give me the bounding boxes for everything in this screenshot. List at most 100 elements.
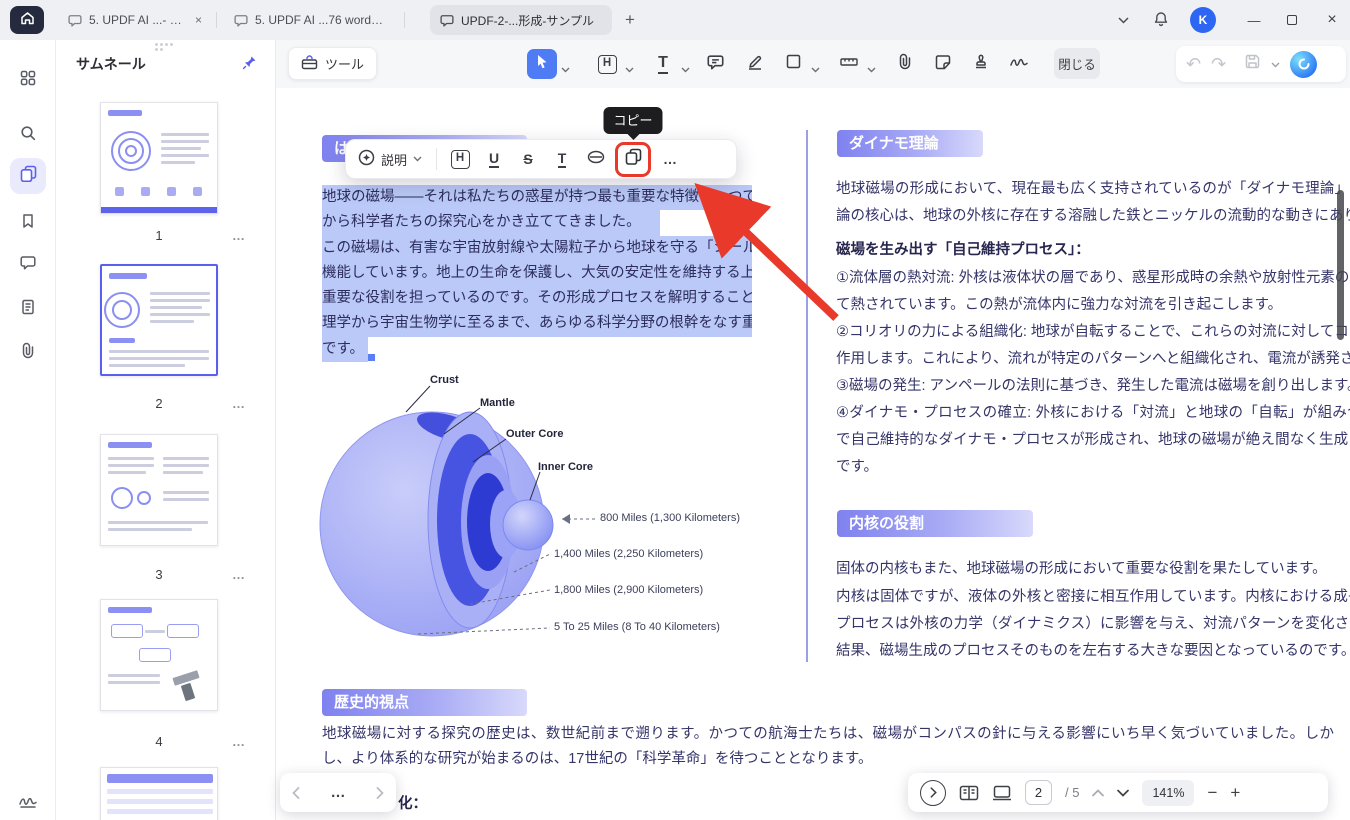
apps-grid-button[interactable] <box>12 62 44 94</box>
previous-page-button[interactable] <box>292 787 300 799</box>
save-button[interactable] <box>1244 53 1261 75</box>
zoom-level[interactable]: 141% <box>1142 780 1194 806</box>
close-tools-label: 閉じる <box>1058 54 1096 73</box>
tools-button-label: ツール <box>325 54 364 73</box>
underline-button[interactable]: U <box>479 144 509 174</box>
ai-explain-button[interactable]: 説明 <box>358 149 422 169</box>
tab-document-3-active[interactable]: UPDF-2-...形成-サンプル <box>430 5 612 35</box>
page-thumbnails-button-active[interactable] <box>10 158 46 194</box>
window-close-button[interactable]: × <box>1314 0 1350 40</box>
nav-more-button[interactable]: … <box>331 784 346 801</box>
comments-button[interactable] <box>12 249 44 281</box>
highlight-tool[interactable]: H <box>592 49 622 79</box>
selected-text-line: です。 <box>322 337 752 362</box>
strikethrough-button[interactable]: S <box>513 144 543 174</box>
signature-tool[interactable] <box>1004 49 1034 79</box>
window-minimize-button[interactable]: — <box>1236 0 1272 40</box>
tools-button[interactable]: ツール <box>288 47 377 80</box>
earth-layers-diagram: Crust Mantle Outer Core Inner Core 800 M… <box>318 372 758 672</box>
window-maximize-button[interactable] <box>1274 0 1310 40</box>
reading-mode-button[interactable] <box>992 785 1012 801</box>
page-notes-button[interactable] <box>12 293 44 325</box>
notifications-button[interactable] <box>1146 0 1176 40</box>
section-heading-history: 歴史的視点 <box>322 689 527 716</box>
bookmark-icon <box>21 213 35 234</box>
zoom-out-button[interactable]: − <box>1207 783 1217 803</box>
auto-scroll-button[interactable] <box>920 780 946 806</box>
paperclip-icon <box>20 342 36 364</box>
paperclip-icon <box>897 53 913 75</box>
highlight-tool-dropdown[interactable] <box>625 60 634 78</box>
tab-document-2[interactable]: 5. UPDF AI ...76 words_ja <box>224 5 396 35</box>
shape-tool-dropdown[interactable] <box>811 60 820 78</box>
text-markup-icon: T <box>558 151 567 168</box>
page-number-input[interactable]: 2 <box>1025 780 1052 805</box>
sticker-tool[interactable] <box>928 49 958 79</box>
maximize-icon <box>1287 15 1297 25</box>
text-tool[interactable]: T <box>648 49 678 79</box>
shape-tool[interactable] <box>778 49 808 79</box>
selection-end-handle[interactable] <box>368 354 375 361</box>
page-thumbnail-1[interactable] <box>100 102 218 214</box>
measure-tool-dropdown[interactable] <box>867 60 876 78</box>
text-markup-button[interactable]: T <box>547 144 577 174</box>
redo-button[interactable]: ↷ <box>1211 55 1226 73</box>
select-tool-dropdown[interactable] <box>561 60 570 78</box>
zoom-in-button[interactable]: + <box>1230 783 1240 803</box>
stamp-tool[interactable] <box>966 49 996 79</box>
text-tool-dropdown[interactable] <box>681 60 690 78</box>
close-tools-button[interactable]: 閉じる <box>1054 48 1100 79</box>
left-icon-rail <box>0 40 56 820</box>
cursor-icon <box>535 54 549 75</box>
tab-document-1[interactable]: 5. UPDF AI ...- 976 words × <box>58 5 212 35</box>
page-menu-button[interactable]: … <box>232 396 245 411</box>
select-tool-active[interactable] <box>527 49 557 79</box>
copy-tooltip: コピー <box>604 107 663 134</box>
inner-core-paragraph-1: 固体の内核もまた、地球磁場の形成において重要な役割を果たしています。 <box>836 556 1350 583</box>
more-options-button[interactable]: … <box>655 144 685 174</box>
comment-icon <box>20 255 36 275</box>
save-dropdown[interactable] <box>1271 55 1280 73</box>
page-thumbnail-5[interactable] <box>100 767 218 820</box>
dynamo-item: ④ダイナモ・プロセスの確立: 外核における「対流」と地球の「自転」が組み合わさる… <box>836 400 1350 481</box>
dynamo-subheading: 磁場を生み出す「自己維持プロセス」： <box>836 237 1090 264</box>
ai-explain-icon <box>358 149 375 169</box>
signature-panel-button[interactable] <box>12 788 44 820</box>
next-page-chevron[interactable] <box>1117 789 1129 797</box>
page-thumbnail-3[interactable] <box>100 434 218 546</box>
search-button[interactable] <box>12 119 44 151</box>
chevron-down-icon <box>413 156 422 162</box>
home-icon <box>20 11 35 30</box>
measurement-crust: 5 To 25 Miles (8 To 40 Kilometers) <box>554 621 720 633</box>
panel-drag-handle[interactable] <box>155 43 177 51</box>
page-menu-button[interactable]: … <box>232 567 245 582</box>
undo-button[interactable]: ↶ <box>1186 55 1201 73</box>
attachments-button[interactable] <box>12 337 44 369</box>
attach-file-tool[interactable] <box>890 49 920 79</box>
history-paragraph: 地球磁場に対する探究の歴史は、数世紀前まで遡ります。かつての航海士たちは、磁場が… <box>322 722 1334 772</box>
tabs-dropdown-button[interactable] <box>1108 0 1138 40</box>
page-layout-button[interactable] <box>959 785 979 801</box>
page-menu-button[interactable]: … <box>232 228 245 243</box>
measure-tool[interactable] <box>834 49 864 79</box>
account-avatar[interactable]: K <box>1190 7 1216 33</box>
page-thumbnail-2-current[interactable] <box>100 264 218 376</box>
pin-panel-button[interactable] <box>242 55 257 75</box>
copy-button-highlighted[interactable]: コピー <box>615 142 651 177</box>
page-total-label: / 5 <box>1065 785 1079 800</box>
comment-tool[interactable] <box>700 49 730 79</box>
dynamo-process-list: ①流体層の熱対流: 外核は液体状の層であり、惑星形成時の余熱や放射性元素の崩壊熱… <box>836 265 1350 481</box>
pen-tool[interactable] <box>740 49 770 79</box>
home-button[interactable] <box>10 6 44 34</box>
tab-close-icon[interactable]: × <box>195 13 202 27</box>
squiggly-underline-button[interactable] <box>581 144 611 174</box>
highlight-button[interactable]: H <box>445 144 475 174</box>
bookmarks-button[interactable] <box>12 207 44 239</box>
page-thumbnail-4[interactable] <box>100 599 218 711</box>
previous-page-chevron[interactable] <box>1092 789 1104 797</box>
updf-ai-button[interactable] <box>1290 51 1317 78</box>
add-tab-button[interactable]: + <box>616 0 644 40</box>
next-page-button[interactable] <box>376 787 384 799</box>
page-menu-button[interactable]: … <box>232 734 245 749</box>
vertical-scrollbar[interactable] <box>1337 190 1344 340</box>
